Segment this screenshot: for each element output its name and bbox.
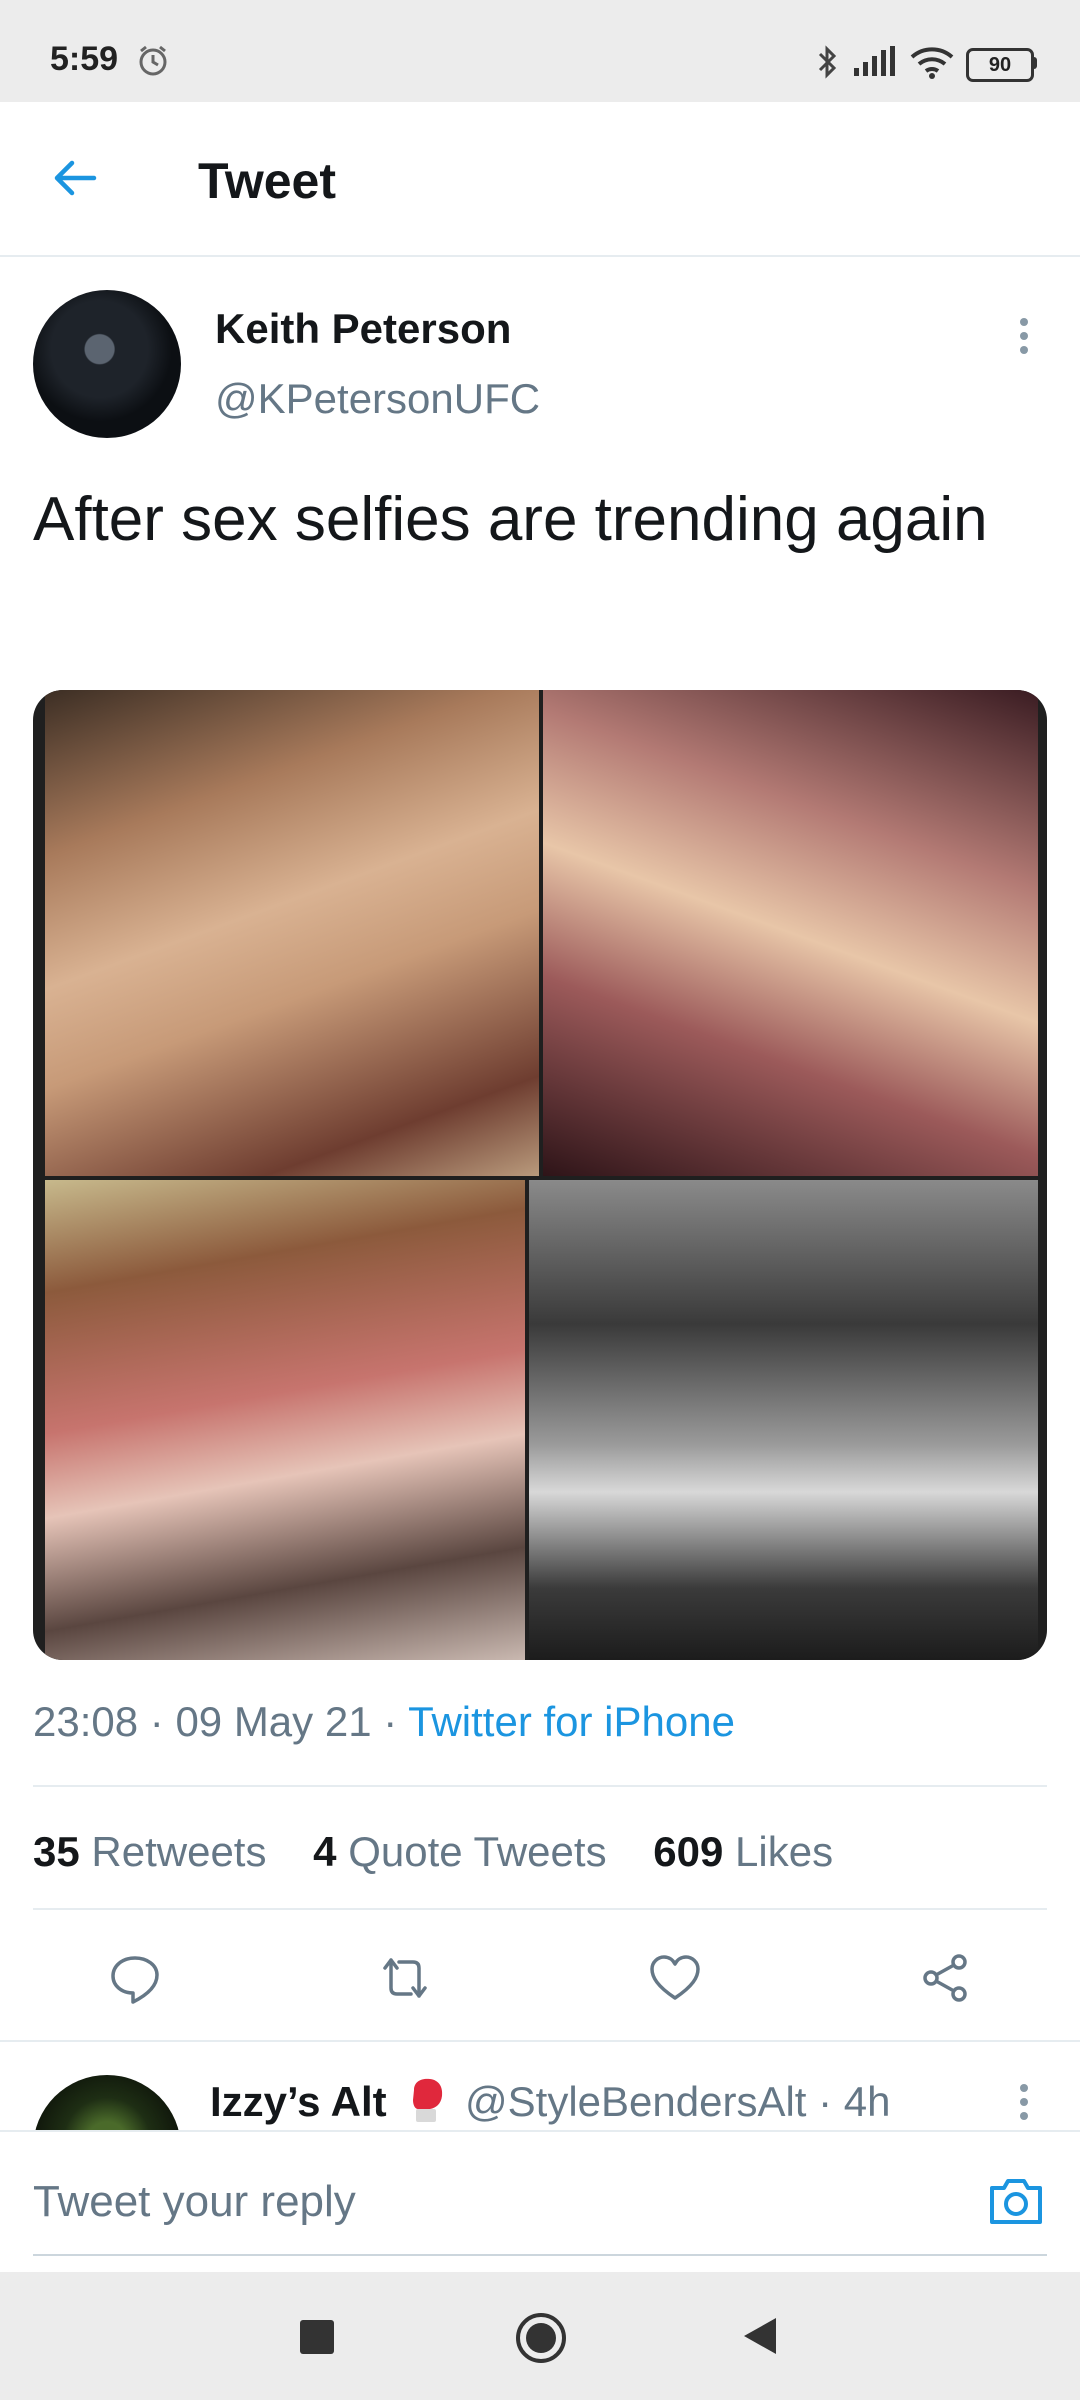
author-handle[interactable]: @KPetersonUFC (215, 375, 540, 423)
retweets-count: 35 (33, 1828, 80, 1875)
bluetooth-icon (816, 44, 840, 85)
more-vertical-icon[interactable] (1016, 2082, 1032, 2127)
signal-icon (852, 46, 898, 83)
retweets-label: Retweets (91, 1828, 267, 1875)
tweet-photo-2[interactable] (543, 690, 1038, 1176)
more-vertical-icon[interactable] (1016, 316, 1032, 361)
reply-author-name[interactable]: Izzy’s Alt (210, 2078, 387, 2126)
battery-indicator: 90 (966, 48, 1034, 82)
likes-count: 609 (653, 1828, 724, 1875)
tweet-media-grid[interactable] (33, 690, 1047, 1660)
tweet-time: 23:08 (33, 1698, 139, 1745)
nav-home-icon[interactable] (513, 2310, 569, 2371)
like-icon[interactable] (647, 1950, 703, 2006)
nav-recents-icon[interactable] (300, 2320, 334, 2354)
top-app-bar (0, 102, 1080, 257)
tweet-timestamp-line: 23:08 · 09 May 21 · Twitter for iPhone (33, 1698, 735, 1746)
meta-separator: · (149, 1698, 176, 1745)
retweets-stat[interactable]: 35 Retweets (33, 1828, 266, 1875)
tweet-photo-4[interactable] (529, 1180, 1038, 1660)
reply-input-underline (33, 2254, 1047, 2256)
reply-handle-text[interactable]: @StyleBendersAlt (465, 2078, 806, 2125)
share-icon[interactable] (917, 1950, 973, 2006)
reply-author-handle: @StyleBendersAlt · 4h (465, 2078, 891, 2125)
divider (33, 1785, 1047, 1787)
retweet-icon[interactable] (377, 1950, 433, 2006)
tweet-text: After sex selfies are trending again (33, 485, 988, 554)
meta-separator: · (383, 1698, 409, 1745)
tweet-stats: 35 Retweets 4 Quote Tweets 609 Likes (33, 1828, 833, 1876)
camera-icon[interactable] (986, 2170, 1046, 2235)
page-title: Tweet (198, 153, 336, 209)
tweet-photo-3[interactable] (45, 1180, 525, 1660)
reply-icon[interactable] (107, 1950, 163, 2006)
wifi-icon (910, 46, 954, 85)
author-avatar[interactable] (33, 290, 181, 438)
quotes-stat[interactable]: 4 Quote Tweets (313, 1828, 606, 1875)
divider (0, 2040, 1080, 2042)
reply-input[interactable] (33, 2172, 933, 2232)
nav-back-icon[interactable] (740, 2314, 780, 2363)
tweet-date: 09 May 21 (175, 1698, 372, 1745)
battery-nub (1032, 57, 1037, 69)
reply-age: 4h (843, 2078, 891, 2125)
tweet-photo-1[interactable] (45, 690, 539, 1176)
back-arrow-icon[interactable] (50, 153, 100, 208)
likes-label: Likes (735, 1828, 834, 1875)
status-time: 5:59 (50, 40, 119, 78)
alarm-icon (136, 44, 170, 83)
quotes-label: Quote Tweets (348, 1828, 607, 1875)
author-name[interactable]: Keith Peterson (215, 305, 511, 353)
tweet-source-link[interactable]: Twitter for iPhone (408, 1698, 735, 1745)
quotes-count: 4 (313, 1828, 337, 1875)
boxing-glove-icon (408, 2076, 446, 2124)
likes-stat[interactable]: 609 Likes (653, 1828, 833, 1875)
divider (33, 1908, 1047, 1910)
